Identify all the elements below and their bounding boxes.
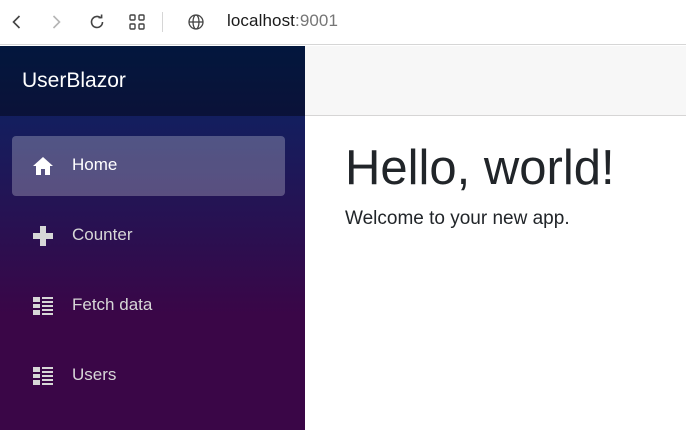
brand-row: UserBlazor (0, 46, 305, 116)
globe-icon (184, 10, 208, 34)
sidebar-item-users[interactable]: Users (12, 346, 285, 406)
home-icon (31, 154, 55, 178)
forward-icon[interactable] (44, 10, 68, 34)
sidebar: UserBlazor Home Counter Fetch data Users (0, 46, 305, 430)
sidebar-item-label: Users (72, 365, 117, 384)
top-row (305, 46, 686, 116)
plus-icon (31, 224, 55, 248)
reload-icon[interactable] (85, 10, 109, 34)
main-content: Hello, world! Welcome to your new app. (345, 140, 615, 230)
sidebar-item-home[interactable]: Home (12, 136, 285, 196)
sidebar-item-label: Home (72, 155, 118, 174)
url-host: localhost (227, 11, 295, 30)
toolbar-divider (162, 12, 163, 32)
page-title: Hello, world! (345, 141, 615, 195)
list-icon (31, 364, 55, 388)
sidebar-item-label: Counter (72, 225, 133, 244)
sidebar-item-fetch-data[interactable]: Fetch data (12, 276, 285, 336)
browser-toolbar: localhost:9001 (0, 0, 686, 45)
sidebar-item-counter[interactable]: Counter (12, 206, 285, 266)
brand-link[interactable]: UserBlazor (22, 69, 126, 93)
address-bar[interactable]: localhost:9001 (227, 11, 338, 31)
list-icon (31, 294, 55, 318)
url-port: :9001 (295, 11, 339, 30)
back-icon[interactable] (5, 10, 29, 34)
sidebar-item-label: Fetch data (72, 295, 153, 314)
apps-icon[interactable] (125, 10, 149, 34)
welcome-text: Welcome to your new app. (345, 208, 570, 229)
